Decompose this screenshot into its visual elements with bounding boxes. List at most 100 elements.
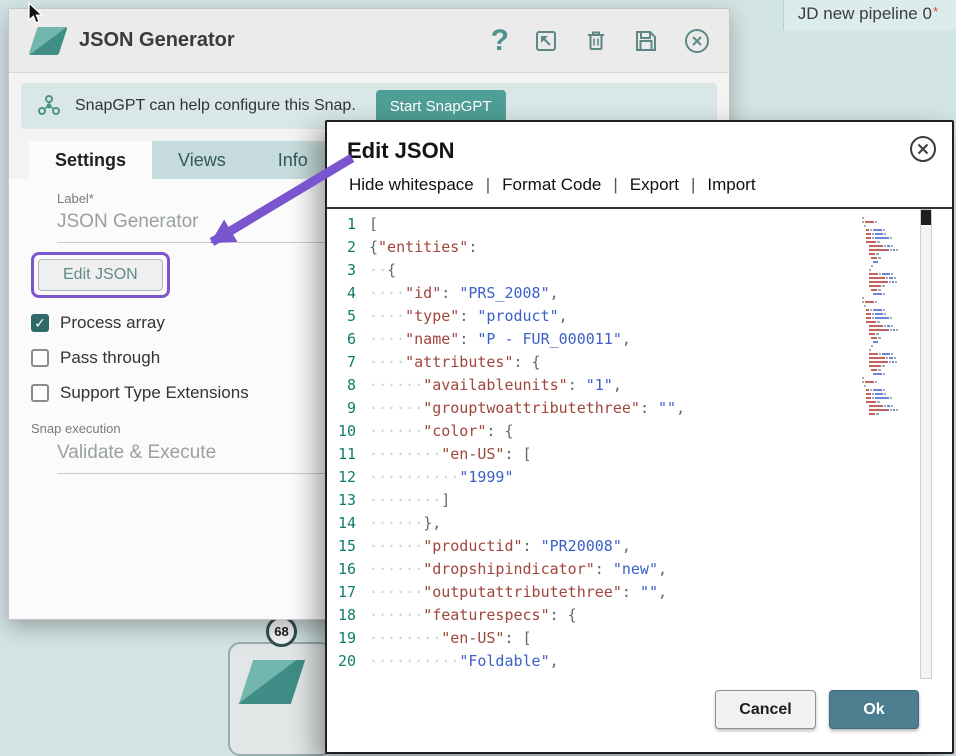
line-number: 20 bbox=[327, 650, 369, 673]
code-line[interactable]: 3··{ bbox=[327, 259, 952, 282]
code-text: ····"id": "PRS_2008", bbox=[369, 282, 559, 305]
checkbox-support-type-extensions[interactable] bbox=[31, 384, 49, 402]
toolbar-item-hide-whitespace[interactable]: Hide whitespace bbox=[349, 175, 474, 195]
checkbox-process-array[interactable]: ✓ bbox=[31, 314, 49, 332]
code-text: ··{ bbox=[369, 259, 396, 282]
tab-settings[interactable]: Settings bbox=[29, 141, 152, 179]
expand-button[interactable] bbox=[533, 28, 559, 54]
edit-json-button[interactable]: Edit JSON bbox=[38, 259, 163, 291]
code-line[interactable]: 17······"outputattributethree": "", bbox=[327, 581, 952, 604]
ok-button[interactable]: Ok bbox=[829, 690, 919, 729]
code-text: ······"grouptwoattributethree": "", bbox=[369, 397, 685, 420]
code-line[interactable]: 13········] bbox=[327, 489, 952, 512]
line-number: 4 bbox=[327, 282, 369, 305]
code-line[interactable]: 15······"productid": "PR20008", bbox=[327, 535, 952, 558]
code-text: ········"en-US": [ bbox=[369, 443, 532, 466]
code-text: ····"name": "P - FUR_000011", bbox=[369, 328, 631, 351]
line-number: 3 bbox=[327, 259, 369, 282]
toolbar-item-export[interactable]: Export bbox=[630, 175, 679, 195]
help-button[interactable]: ? bbox=[491, 28, 509, 54]
cancel-button[interactable]: Cancel bbox=[715, 690, 816, 729]
line-number: 18 bbox=[327, 604, 369, 627]
save-icon bbox=[633, 28, 659, 54]
snap-count-badge: 68 bbox=[266, 616, 297, 647]
code-text: ··········"1999" bbox=[369, 466, 514, 489]
canvas-snap[interactable] bbox=[228, 642, 332, 756]
edit-json-modal: Edit JSON Hide whitespace | Format Code | Ex… bbox=[325, 120, 954, 754]
toolbar-separator: | bbox=[486, 175, 490, 195]
save-button[interactable] bbox=[633, 28, 659, 54]
checkbox-pass-through[interactable] bbox=[31, 349, 49, 367]
code-line[interactable]: 12··········"1999" bbox=[327, 466, 952, 489]
pipeline-tab[interactable]: JD new pipeline 0* bbox=[783, 0, 956, 30]
toolbar-item-format-code[interactable]: Format Code bbox=[502, 175, 601, 195]
checkbox-label: Support Type Extensions bbox=[60, 383, 249, 403]
toolbar-item-import[interactable]: Import bbox=[707, 175, 755, 195]
scrollbar-thumb[interactable] bbox=[921, 210, 931, 225]
help-icon: ? bbox=[491, 28, 509, 54]
close-icon bbox=[683, 27, 711, 55]
pipeline-tab-label: JD new pipeline 0 bbox=[798, 4, 932, 24]
line-number: 8 bbox=[327, 374, 369, 397]
code-line[interactable]: 2{"entities": bbox=[327, 236, 952, 259]
modal-header: Edit JSON bbox=[327, 122, 952, 164]
trash-icon bbox=[583, 28, 609, 54]
toolbar-separator: | bbox=[691, 175, 695, 195]
code-line[interactable]: 14······}, bbox=[327, 512, 952, 535]
toolbar-separator: | bbox=[613, 175, 617, 195]
code-text: {"entities": bbox=[369, 236, 477, 259]
code-line[interactable]: 5····"type": "product", bbox=[327, 305, 952, 328]
code-text: ········"en-US": [ bbox=[369, 627, 532, 650]
code-line[interactable]: 7····"attributes": { bbox=[327, 351, 952, 374]
line-number: 1 bbox=[327, 213, 369, 236]
code-editor[interactable]: 1[2{"entities":3··{4····"id": "PRS_2008"… bbox=[327, 209, 952, 679]
code-line[interactable]: 11········"en-US": [ bbox=[327, 443, 952, 466]
line-number: 13 bbox=[327, 489, 369, 512]
code-line[interactable]: 20··········"Foldable", bbox=[327, 650, 952, 673]
code-line[interactable]: 8······"availableunits": "1", bbox=[327, 374, 952, 397]
edit-json-highlight: Edit JSON bbox=[31, 252, 170, 298]
line-number: 5 bbox=[327, 305, 369, 328]
expand-icon bbox=[533, 28, 559, 54]
close-dialog-button[interactable] bbox=[683, 27, 711, 55]
code-line[interactable]: 9······"grouptwoattributethree": "", bbox=[327, 397, 952, 420]
code-text: [ bbox=[369, 213, 378, 236]
modal-toolbar: Hide whitespace | Format Code | Export | Impor… bbox=[327, 164, 952, 207]
code-line[interactable]: 19········"en-US": [ bbox=[327, 627, 952, 650]
code-lines: 1[2{"entities":3··{4····"id": "PRS_2008"… bbox=[327, 213, 952, 673]
snapgpt-message: SnapGPT can help configure this Snap. bbox=[75, 97, 356, 115]
code-line[interactable]: 10······"color": { bbox=[327, 420, 952, 443]
code-minimap[interactable] bbox=[862, 217, 914, 417]
line-number: 6 bbox=[327, 328, 369, 351]
line-number: 19 bbox=[327, 627, 369, 650]
code-text: ······"availableunits": "1", bbox=[369, 374, 622, 397]
code-text: ······"outputattributethree": "", bbox=[369, 581, 667, 604]
start-snapgpt-button[interactable]: Start SnapGPT bbox=[376, 90, 506, 123]
tab-info[interactable]: Info bbox=[252, 141, 334, 179]
snap-shape-icon bbox=[239, 660, 305, 704]
checkbox-label: Process array bbox=[60, 313, 165, 333]
line-number: 2 bbox=[327, 236, 369, 259]
code-text: ······"dropshipindicator": "new", bbox=[369, 558, 667, 581]
code-line[interactable]: 1[ bbox=[327, 213, 952, 236]
delete-button[interactable] bbox=[583, 28, 609, 54]
line-number: 7 bbox=[327, 351, 369, 374]
checkbox-label: Pass through bbox=[60, 348, 160, 368]
code-text: ··········"Foldable", bbox=[369, 650, 559, 673]
line-number: 12 bbox=[327, 466, 369, 489]
dialog-header: JSON Generator ? bbox=[9, 9, 729, 73]
modal-close-button[interactable] bbox=[908, 134, 938, 167]
code-line[interactable]: 16······"dropshipindicator": "new", bbox=[327, 558, 952, 581]
dialog-title: JSON Generator bbox=[79, 29, 235, 52]
code-line[interactable]: 18······"featurespecs": { bbox=[327, 604, 952, 627]
code-text: ······"color": { bbox=[369, 420, 514, 443]
code-text: ····"attributes": { bbox=[369, 351, 541, 374]
tab-views[interactable]: Views bbox=[152, 141, 252, 179]
code-line[interactable]: 6····"name": "P - FUR_000011", bbox=[327, 328, 952, 351]
line-number: 17 bbox=[327, 581, 369, 604]
close-icon bbox=[908, 134, 938, 164]
modal-footer: Cancel Ok bbox=[327, 680, 952, 752]
editor-scrollbar[interactable] bbox=[920, 209, 932, 679]
code-line[interactable]: 4····"id": "PRS_2008", bbox=[327, 282, 952, 305]
code-text: ······"featurespecs": { bbox=[369, 604, 577, 627]
